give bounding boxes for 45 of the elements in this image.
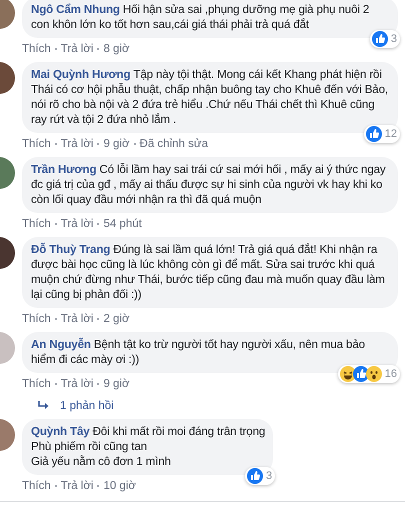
timestamp: 10 giờ bbox=[103, 480, 136, 492]
author-name[interactable]: Quỳnh Tây bbox=[31, 425, 90, 438]
reply-link[interactable]: Trả lời bbox=[60, 313, 94, 325]
comment-text: Quỳnh Tây Đôi khi mất rồi moi đáng trân trọng bbox=[31, 424, 266, 439]
timestamp: 2 giờ bbox=[103, 313, 130, 325]
author-name[interactable]: An Nguyễn bbox=[31, 338, 91, 351]
reply-link[interactable]: Trả lời bbox=[60, 480, 94, 492]
timestamp: 54 phút bbox=[103, 218, 142, 230]
comment-text: Trần Hương Có lỗi lầm hay sai trái cứ sai mới hối , mấy ai ý thức ngay đc giá trị của gđ , mấy ai thấu được sự hi sinh của người vk hay khi ko còn lối quay đầu mới nhận ra thì đã quá muộn bbox=[31, 162, 387, 207]
surprised-face-icon bbox=[366, 366, 382, 382]
replies-link[interactable]: 1 phản hồi bbox=[60, 400, 114, 412]
author-name[interactable]: Ngô Cẩm Nhung bbox=[31, 3, 120, 16]
like-icon bbox=[372, 31, 388, 47]
reply-link[interactable]: Trả lời bbox=[60, 378, 94, 390]
like-link[interactable]: Thích bbox=[22, 218, 51, 230]
timestamp: 9 giờ bbox=[103, 378, 130, 390]
like-link[interactable]: Thích bbox=[22, 313, 51, 325]
laughing-face-icon bbox=[340, 366, 356, 382]
reply-link[interactable]: Trả lời bbox=[60, 218, 94, 230]
timestamp: 9 giờ bbox=[103, 138, 130, 150]
author-name[interactable]: Đỗ Thuỳ Trang bbox=[31, 243, 110, 256]
comment-text: Phù phiếm rồi cũng tan bbox=[31, 439, 148, 454]
reaction-count[interactable]: 3 bbox=[370, 30, 400, 48]
reaction-count[interactable]: 16 bbox=[338, 365, 400, 383]
like-icon bbox=[352, 366, 369, 382]
comment-text: An Nguyễn Bệnh tật ko trừ người tốt hay người xấu, nên mua bảo hiểm đi các mày ơi :)) bbox=[31, 337, 366, 367]
like-link[interactable]: Thích bbox=[22, 138, 51, 150]
reply-link[interactable]: Trả lời bbox=[60, 138, 94, 150]
reply-link[interactable]: Trả lời bbox=[60, 43, 94, 55]
reply-arrow-icon bbox=[38, 401, 50, 411]
like-icon bbox=[247, 468, 264, 484]
comment-text: Giả yếu nằm cô đơn 1 mình bbox=[31, 454, 172, 469]
like-icon bbox=[366, 126, 382, 142]
like-link[interactable]: Thích bbox=[22, 480, 51, 492]
comment-text: Ngô Cẩm Nhung Hối hận sửa sai ,phụng dưỡng mẹ già phụ nuôi 2 con khôn lớn ko tốt hơn sau,cái giá thái phải trả quá đắt bbox=[31, 2, 370, 32]
reaction-count[interactable]: 3 bbox=[245, 467, 276, 485]
like-link[interactable]: Thích bbox=[22, 43, 51, 55]
author-name[interactable]: Mai Quỳnh Hương bbox=[31, 68, 130, 81]
reaction-count[interactable]: 12 bbox=[364, 125, 400, 143]
comment-text: Mai Quỳnh Hương Tập này tội thật. Mong cái kết Khang phát hiện rồi Thái có cơ hội phẫu thuật, chấp nhận buông tay cho Khuê đến với Bảo, nói rõ cho bà nội và 2 đứa trẻ hiểu .Chứ nếu Thái chết thì Khuê cũng ray rứt và tội 2 đứa nhỏ lắm . bbox=[31, 67, 389, 127]
author-name[interactable]: Trần Hương bbox=[31, 163, 96, 176]
comment-text: Đỗ Thuỳ Trang Đúng là sai lầm quá lớn! Trả giá quá đắt! Khi nhận ra được bài học cũng là lúc không còn gì để mất. Sửa sai trước khi quá muộn chứ đừng như Thái, bước tiếp cũng đau mà muốn quay đầu làm lại cũng bị phản đối :)) bbox=[31, 242, 386, 302]
timestamp: 8 giờ bbox=[103, 43, 130, 55]
like-link[interactable]: Thích bbox=[22, 378, 51, 390]
edited-label: Đã chỉnh sửa bbox=[140, 138, 208, 150]
